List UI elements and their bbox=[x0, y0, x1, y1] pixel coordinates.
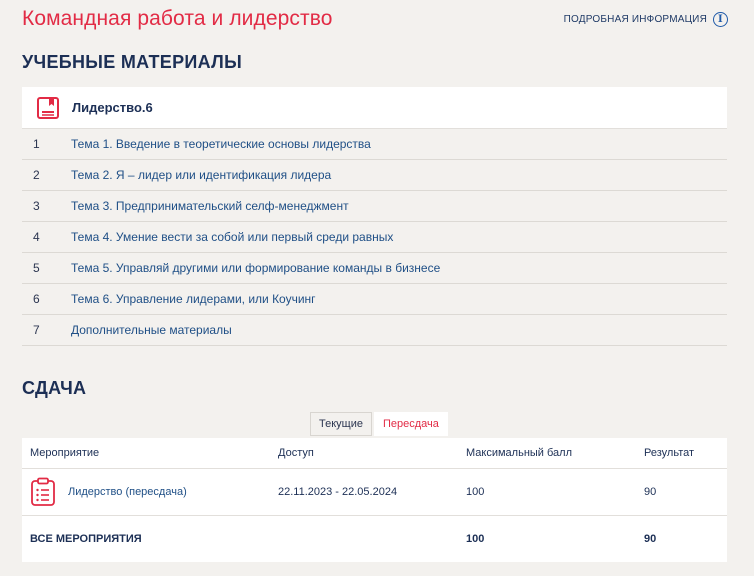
topic-number: 3 bbox=[33, 199, 40, 213]
table-header: Мероприятие Доступ Максимальный балл Рез… bbox=[22, 438, 727, 469]
topic-number: 6 bbox=[33, 292, 40, 306]
submission-heading: СДАЧА bbox=[22, 378, 87, 398]
list-item: 4 Тема 4. Умение вести за собой или первы… bbox=[22, 222, 727, 253]
topic-link[interactable]: Тема 4. Умение вести за собой или первый… bbox=[71, 230, 393, 244]
more-info-link[interactable]: ПОДРОБНАЯ ИНФОРМАЦИЯ i bbox=[563, 11, 728, 27]
course-name: Лидерство.6 bbox=[72, 100, 153, 115]
info-icon[interactable]: i bbox=[713, 11, 728, 27]
total-label: ВСЕ МЕРОПРИЯТИЯ bbox=[30, 533, 142, 545]
table-row: Лидерство (пересдача) 22.11.2023 - 22.05… bbox=[22, 469, 727, 516]
total-row: ВСЕ МЕРОПРИЯТИЯ 100 90 bbox=[22, 516, 727, 562]
topic-link[interactable]: Тема 1. Введение в теоретические основы … bbox=[71, 137, 371, 151]
top-bar: Командная работа и лидерство ПОДРОБНАЯ И… bbox=[22, 4, 728, 34]
topic-number: 2 bbox=[33, 168, 40, 182]
course-card: Лидерство.6 bbox=[22, 87, 727, 129]
course-title: Командная работа и лидерство bbox=[22, 7, 333, 30]
col-max-score-header: Максимальный балл bbox=[466, 447, 572, 459]
event-link[interactable]: Лидерство (пересдача) bbox=[68, 486, 187, 498]
event-cell: Лидерство (пересдача) bbox=[22, 477, 278, 507]
total-max-score: 100 bbox=[466, 533, 485, 545]
access-cell: 22.11.2023 - 22.05.2024 bbox=[278, 486, 398, 498]
topic-link[interactable]: Тема 5. Управляй другими или формировани… bbox=[71, 261, 440, 275]
more-info-label: ПОДРОБНАЯ ИНФОРМАЦИЯ bbox=[563, 13, 707, 25]
topic-link[interactable]: Тема 3. Предпринимательский селф-менеджм… bbox=[71, 199, 349, 213]
col-result-header: Результат bbox=[644, 447, 695, 459]
materials-list: Лидерство.6 1 Тема 1. Введение в теоретич… bbox=[22, 87, 727, 346]
topics-list: 1 Тема 1. Введение в теоретические основы… bbox=[22, 129, 727, 346]
topic-link[interactable]: Тема 2. Я – лидер или идентификация лиде… bbox=[71, 168, 331, 182]
topic-number: 7 bbox=[33, 323, 40, 337]
tab-current[interactable]: Текущие bbox=[310, 412, 372, 436]
submission-tabs: Текущие Пересдача bbox=[310, 412, 448, 436]
list-item: 2 Тема 2. Я – лидер или идентификация лид… bbox=[22, 160, 727, 191]
topic-number: 1 bbox=[33, 137, 40, 151]
topic-number: 5 bbox=[33, 261, 40, 275]
page: Командная работа и лидерство ПОДРОБНАЯ И… bbox=[0, 0, 754, 576]
topic-link[interactable]: Тема 6. Управление лидерами, или Коучинг bbox=[71, 292, 316, 306]
list-item: 5 Тема 5. Управляй другими или формирован… bbox=[22, 253, 727, 284]
result-cell: 90 bbox=[644, 486, 657, 498]
tab-retake[interactable]: Пересдача bbox=[373, 412, 448, 436]
col-event-header: Мероприятие bbox=[30, 447, 100, 459]
col-access-header: Доступ bbox=[278, 447, 314, 459]
total-result: 90 bbox=[644, 533, 657, 545]
topic-number: 4 bbox=[33, 230, 40, 244]
list-item: 6 Тема 6. Управление лидерами, или Коучин… bbox=[22, 284, 727, 315]
list-item: 1 Тема 1. Введение в теоретические основы… bbox=[22, 129, 727, 160]
list-item: 3 Тема 3. Предпринимательский селф-менедж… bbox=[22, 191, 727, 222]
materials-heading: УЧЕБНЫЕ МАТЕРИАЛЫ bbox=[22, 52, 243, 72]
results-table: Мероприятие Доступ Максимальный балл Рез… bbox=[22, 438, 727, 562]
list-item: 7 Дополнительные материалы bbox=[22, 315, 727, 346]
max-score-cell: 100 bbox=[466, 486, 485, 498]
clipboard-icon bbox=[31, 477, 55, 506]
topic-link[interactable]: Дополнительные материалы bbox=[71, 323, 232, 337]
book-icon bbox=[37, 96, 59, 119]
